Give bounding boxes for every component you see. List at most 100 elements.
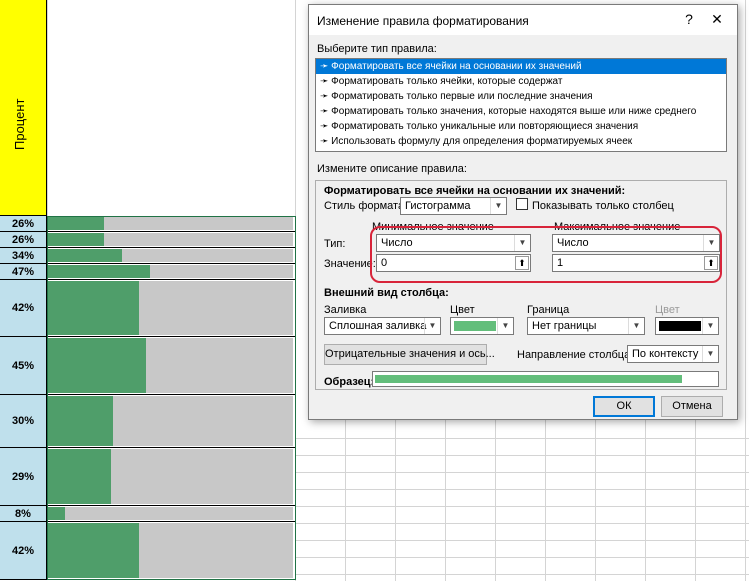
max-value-input[interactable]: 1 ⬆ bbox=[552, 254, 720, 272]
max-type-select[interactable]: Число ▼ bbox=[552, 234, 720, 252]
percent-cell[interactable]: 45% bbox=[0, 337, 47, 395]
percent-cell[interactable]: 26% bbox=[0, 216, 47, 232]
chevron-down-icon: ▼ bbox=[628, 318, 644, 334]
rule-type-item[interactable]: ➛ Форматировать только первые или послед… bbox=[316, 89, 726, 104]
gridline bbox=[295, 0, 296, 581]
data-bar-cell[interactable] bbox=[47, 248, 295, 264]
format-style-label: Стиль формата: bbox=[324, 200, 408, 212]
percent-cell[interactable]: 42% bbox=[0, 522, 47, 580]
range-picker-icon[interactable]: ⬆ bbox=[704, 256, 718, 270]
percent-header-label: Процент bbox=[12, 98, 27, 150]
fill-color-picker[interactable]: ▼ bbox=[450, 317, 514, 335]
data-bar bbox=[47, 281, 139, 335]
negative-values-axis-button[interactable]: Отрицательные значения и ось... bbox=[324, 344, 495, 365]
rule-type-item[interactable]: ➛ Форматировать только уникальные или по… bbox=[316, 119, 726, 134]
rule-type-label: Форматировать только первые или последни… bbox=[331, 91, 593, 102]
preview-bar bbox=[375, 375, 682, 383]
min-type-select[interactable]: Число ▼ bbox=[376, 234, 531, 252]
gridline bbox=[745, 0, 746, 581]
percent-cell[interactable]: 26% bbox=[0, 232, 47, 248]
max-value-text: 1 bbox=[557, 257, 564, 269]
rule-type-label: Форматировать только значения, которые н… bbox=[331, 106, 697, 117]
percent-cell[interactable]: 8% bbox=[0, 506, 47, 522]
gridline bbox=[295, 506, 749, 507]
range-picker-icon[interactable]: ⬆ bbox=[515, 256, 529, 270]
data-bar-cell[interactable] bbox=[47, 395, 295, 448]
rule-type-list[interactable]: ➛ Форматировать все ячейки на основании … bbox=[315, 58, 727, 152]
fill-type-value: Сплошная заливка bbox=[329, 320, 427, 332]
fill-label: Заливка bbox=[324, 304, 367, 316]
help-button[interactable]: ? bbox=[679, 11, 699, 27]
min-value-text: 0 bbox=[381, 257, 388, 269]
data-bar-cell[interactable] bbox=[47, 337, 295, 395]
gridline bbox=[295, 472, 749, 473]
close-icon[interactable]: ✕ bbox=[707, 11, 727, 28]
arrow-icon: ➛ bbox=[320, 106, 332, 117]
gridline bbox=[47, 0, 48, 216]
min-header-label: Минимальное значение bbox=[372, 221, 494, 233]
rule-type-item[interactable]: ➛ Форматировать только значения, которые… bbox=[316, 104, 726, 119]
percent-cell[interactable]: 30% bbox=[0, 395, 47, 448]
border-type-select[interactable]: Нет границы ▼ bbox=[527, 317, 645, 335]
bar-direction-label: Направление столбца: bbox=[517, 349, 634, 361]
rule-type-item[interactable]: ➛ Использовать формулу для определения ф… bbox=[316, 134, 726, 149]
choose-type-label: Выберите тип правила: bbox=[317, 43, 437, 55]
rule-type-label: Форматировать только уникальные или повт… bbox=[331, 121, 639, 132]
bar-direction-select[interactable]: По контексту ▼ bbox=[627, 345, 719, 363]
arrow-icon: ➛ bbox=[320, 121, 332, 132]
data-bar-cell[interactable] bbox=[47, 232, 295, 248]
bar-direction-value: По контексту bbox=[632, 348, 699, 360]
gridline bbox=[295, 523, 749, 524]
data-bar bbox=[47, 523, 139, 578]
chevron-down-icon: ▼ bbox=[424, 318, 440, 334]
bar-appearance-label: Внешний вид столбца: bbox=[324, 287, 449, 299]
data-bar bbox=[47, 265, 150, 278]
rule-type-label: Форматировать все ячейки на основании их… bbox=[331, 61, 582, 72]
arrow-icon: ➛ bbox=[320, 136, 332, 147]
min-value-input[interactable]: 0 ⬆ bbox=[376, 254, 531, 272]
percent-cell[interactable]: 29% bbox=[0, 448, 47, 506]
rule-type-item[interactable]: ➛ Форматировать все ячейки на основании … bbox=[316, 59, 726, 74]
fill-color-swatch bbox=[454, 321, 496, 331]
gridline bbox=[295, 489, 749, 490]
arrow-icon: ➛ bbox=[320, 76, 332, 87]
dialog-titlebar[interactable]: Изменение правила форматирования ? ✕ bbox=[309, 5, 737, 35]
data-bar bbox=[47, 338, 146, 393]
gridline bbox=[295, 557, 749, 558]
data-bar-cell[interactable] bbox=[47, 216, 295, 232]
cancel-button[interactable]: Отмена bbox=[661, 396, 723, 417]
percent-cell[interactable]: 42% bbox=[0, 280, 47, 337]
chevron-down-icon: ▼ bbox=[702, 346, 718, 362]
rule-type-label: Форматировать только ячейки, которые сод… bbox=[331, 76, 563, 87]
data-bar-cell[interactable] bbox=[47, 448, 295, 506]
data-bar-cell[interactable] bbox=[47, 506, 295, 522]
data-bar-cell[interactable] bbox=[47, 280, 295, 337]
max-type-value: Число bbox=[557, 237, 589, 249]
fill-type-select[interactable]: Сплошная заливка ▼ bbox=[324, 317, 441, 335]
percent-header-cell[interactable]: Процент bbox=[0, 0, 47, 216]
data-bar-cell[interactable] bbox=[47, 264, 295, 280]
chevron-down-icon: ▼ bbox=[514, 235, 530, 251]
format-all-label: Форматировать все ячейки на основании их… bbox=[324, 185, 626, 197]
data-bar bbox=[47, 249, 122, 262]
data-bar bbox=[47, 449, 111, 504]
show-bar-only-checkbox[interactable] bbox=[516, 198, 528, 210]
data-bar bbox=[47, 507, 65, 520]
chevron-down-icon: ▼ bbox=[703, 235, 719, 251]
data-bar bbox=[47, 396, 113, 446]
border-color-picker[interactable]: ▼ bbox=[655, 317, 719, 335]
arrow-icon: ➛ bbox=[320, 91, 332, 102]
data-bar bbox=[47, 217, 104, 230]
percent-cell[interactable]: 47% bbox=[0, 264, 47, 280]
percent-cell[interactable]: 34% bbox=[0, 248, 47, 264]
rule-type-item[interactable]: ➛ Форматировать только ячейки, которые с… bbox=[316, 74, 726, 89]
chevron-down-icon: ▼ bbox=[490, 198, 506, 214]
ok-button[interactable]: ОК bbox=[593, 396, 655, 417]
data-bar-cell[interactable] bbox=[47, 522, 295, 580]
format-style-select[interactable]: Гистограмма ▼ bbox=[400, 197, 507, 215]
show-bar-only-label: Показывать только столбец bbox=[532, 200, 674, 212]
gridline bbox=[295, 574, 749, 575]
border-label: Граница bbox=[527, 304, 570, 316]
fill-color-label: Цвет bbox=[450, 304, 475, 316]
value-label: Значение: bbox=[324, 258, 376, 270]
